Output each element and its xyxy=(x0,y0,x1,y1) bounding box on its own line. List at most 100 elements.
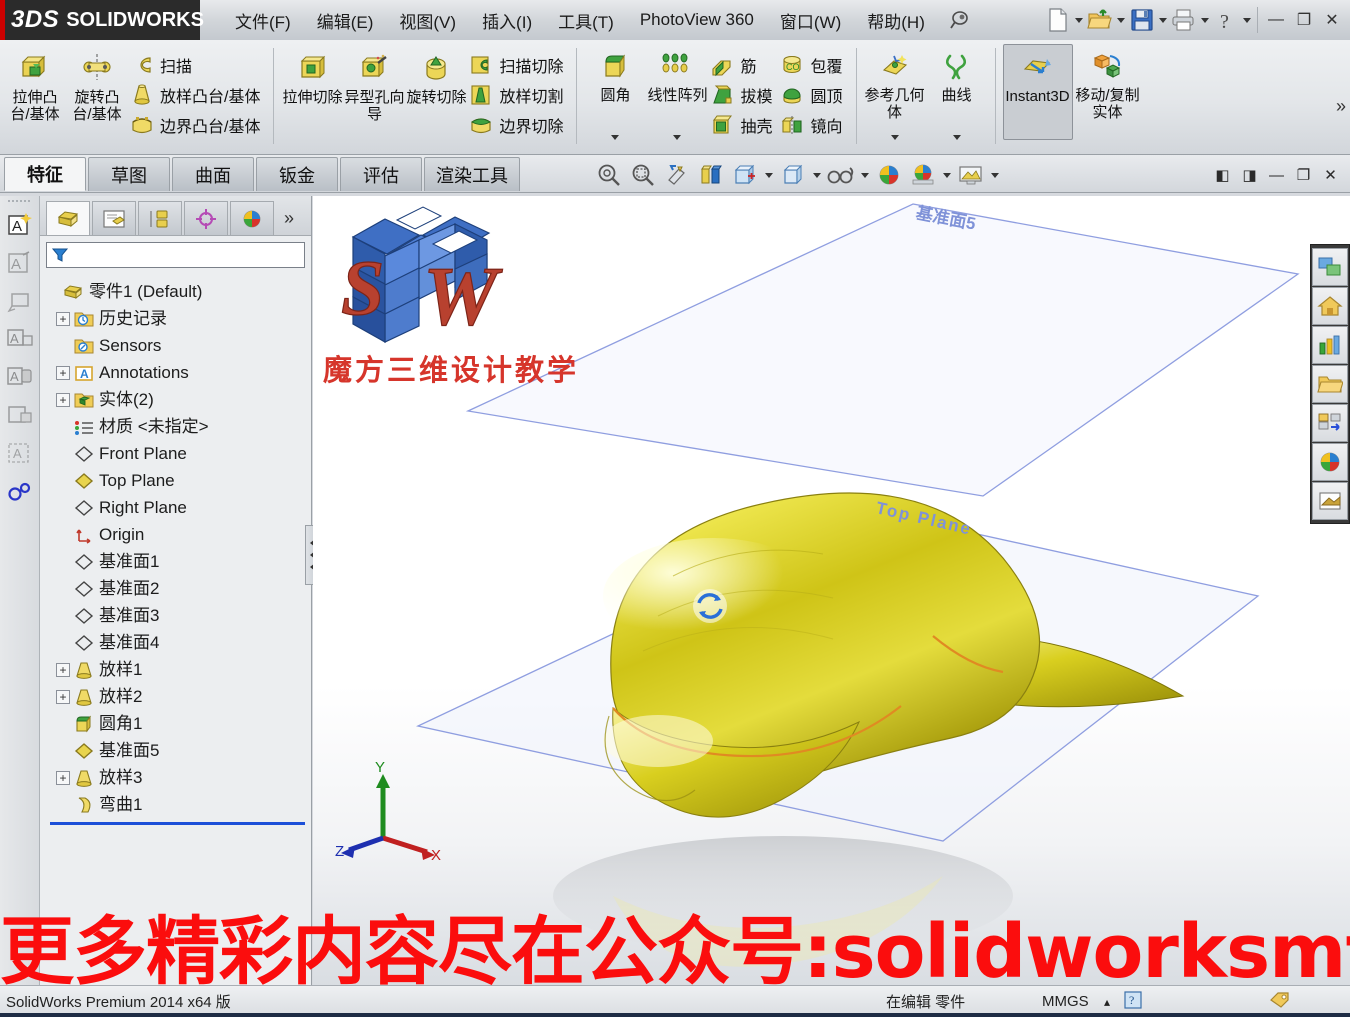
lock-sketch-button[interactable] xyxy=(0,396,40,434)
move-copy-bodies-button[interactable]: 移动/复制实体 xyxy=(1073,44,1143,140)
expand-toggle-icon[interactable]: + xyxy=(56,689,70,704)
expand-toggle-icon[interactable]: + xyxy=(56,311,70,326)
print-button[interactable] xyxy=(1169,4,1199,36)
menu-file[interactable]: 文件(F) xyxy=(222,4,304,37)
section-view-button[interactable] xyxy=(694,159,728,191)
hole-wizard-button[interactable]: 异型孔向导 xyxy=(343,44,405,140)
lofted-cut-button[interactable]: 放样切割 xyxy=(467,80,569,110)
task-pane-appearances-button[interactable] xyxy=(1312,443,1348,481)
tab-surfaces[interactable]: 曲面 xyxy=(172,157,254,191)
apply-scene-button[interactable] xyxy=(906,159,940,191)
doc-minimize-button[interactable]: — xyxy=(1263,162,1290,188)
expand-toggle-icon[interactable]: + xyxy=(56,662,70,677)
reference-geometry-button[interactable]: 参考几何体 xyxy=(864,44,926,140)
tree-item-plane2[interactable]: 基准面2 xyxy=(54,575,311,602)
tree-item-front-plane[interactable]: Front Plane xyxy=(54,440,311,467)
feature-manager-tabs-overflow[interactable]: » xyxy=(284,208,294,235)
instant3d-button[interactable]: Instant3D xyxy=(1002,44,1073,140)
tag-icon[interactable] xyxy=(1268,990,1292,1014)
area-hatch-button[interactable]: A xyxy=(0,434,40,472)
expand-toggle-icon[interactable]: + xyxy=(56,392,70,407)
draft-button[interactable]: 拔模 xyxy=(708,80,778,110)
menu-view[interactable]: 视图(V) xyxy=(386,4,469,37)
question-help-icon[interactable]: ? xyxy=(1124,990,1142,1013)
tree-filter-box[interactable] xyxy=(46,242,305,268)
new-document-caret-icon[interactable] xyxy=(1073,5,1085,35)
view-settings-button[interactable] xyxy=(954,159,988,191)
smart-dimension-button[interactable]: A xyxy=(0,244,40,282)
open-document-button[interactable] xyxy=(1085,4,1115,36)
save-button[interactable] xyxy=(1127,4,1157,36)
tree-item-sensors[interactable]: Sensors xyxy=(54,332,311,359)
note-button[interactable] xyxy=(0,282,40,320)
tree-filter-input[interactable] xyxy=(69,247,289,263)
expand-toggle-icon[interactable]: + xyxy=(56,770,70,785)
extruded-cut-button[interactable]: 拉伸切除 xyxy=(281,44,343,140)
extruded-boss-base-button[interactable]: 拉伸凸台/基体 xyxy=(4,44,66,140)
tree-item-plane4[interactable]: 基准面4 xyxy=(54,629,311,656)
curves-button[interactable]: 曲线 xyxy=(926,44,988,140)
task-pane-view-palette-button[interactable] xyxy=(1312,404,1348,442)
dome-button[interactable]: 圆顶 xyxy=(778,80,848,110)
doc-restore-button[interactable]: ❐ xyxy=(1290,162,1317,188)
window-close-button[interactable]: ✕ xyxy=(1318,5,1346,35)
feature-manager-tab[interactable] xyxy=(46,201,90,235)
tree-item-history[interactable]: + 历史记录 xyxy=(54,305,311,332)
linear-pattern-dropdown-caret-icon[interactable] xyxy=(646,135,708,157)
tree-item-fillet1[interactable]: 圆角1 xyxy=(54,710,311,737)
tree-item-loft1[interactable]: + 放样1 xyxy=(54,656,311,683)
help-button[interactable]: ? xyxy=(1211,4,1241,36)
doc-close-button[interactable]: ✕ xyxy=(1317,162,1344,188)
tree-item-annotations[interactable]: + A Annotations xyxy=(54,359,311,386)
revolved-boss-base-button[interactable]: 旋转凸台/基体 xyxy=(66,44,128,140)
print-caret-icon[interactable] xyxy=(1199,5,1211,35)
menu-edit[interactable]: 编辑(E) xyxy=(304,4,387,37)
tree-item-plane3[interactable]: 基准面3 xyxy=(54,602,311,629)
task-pane-file-explorer-button[interactable] xyxy=(1312,365,1348,403)
task-pane-design-library-button[interactable] xyxy=(1312,326,1348,364)
shell-button[interactable]: 抽壳 xyxy=(708,110,778,140)
zoom-to-fit-button[interactable] xyxy=(592,159,626,191)
tree-item-plane5[interactable]: 基准面5 xyxy=(54,737,311,764)
hide-show-items-button[interactable] xyxy=(824,159,858,191)
tab-evaluate[interactable]: 评估 xyxy=(340,157,422,191)
model-items-button[interactable]: A xyxy=(0,320,40,358)
swept-boss-base-button[interactable]: 扫描 xyxy=(128,50,266,80)
reference-geometry-dropdown-caret-icon[interactable] xyxy=(864,135,926,157)
window-restore-button[interactable]: ❐ xyxy=(1290,5,1318,35)
menu-help[interactable]: 帮助(H) xyxy=(854,4,938,37)
tree-item-root[interactable]: 零件1 (Default) xyxy=(44,278,311,305)
dimxpert-manager-tab[interactable] xyxy=(184,201,228,235)
task-pane-sw-resources-button[interactable] xyxy=(1312,248,1348,286)
hide-show-items-caret-icon[interactable] xyxy=(858,159,872,191)
help-caret-icon[interactable] xyxy=(1241,5,1253,35)
view-settings-caret-icon[interactable] xyxy=(988,159,1002,191)
swept-cut-button[interactable]: 扫描切除 xyxy=(467,50,569,80)
new-document-button[interactable] xyxy=(1043,4,1073,36)
graphics-viewport[interactable]: 基准面5 Top Plane S W 魔方三维设计教学 Y X Z xyxy=(313,196,1350,986)
task-pane-custom-properties-button[interactable] xyxy=(1312,482,1348,520)
display-style-button[interactable] xyxy=(776,159,810,191)
new-sketch-button[interactable]: A xyxy=(0,206,40,244)
curves-dropdown-caret-icon[interactable] xyxy=(926,135,988,157)
pushpin-icon[interactable] xyxy=(946,7,972,33)
window-minimize-button[interactable]: — xyxy=(1262,5,1290,35)
restore-left-button[interactable]: ◧ xyxy=(1209,162,1236,188)
apply-scene-caret-icon[interactable] xyxy=(940,159,954,191)
toolbar-grip[interactable] xyxy=(0,196,39,206)
property-manager-tab[interactable] xyxy=(92,201,136,235)
boundary-cut-button[interactable]: 边界切除 xyxy=(467,110,569,140)
tree-item-right-plane[interactable]: Right Plane xyxy=(54,494,311,521)
display-style-caret-icon[interactable] xyxy=(810,159,824,191)
status-units[interactable]: MMGS xyxy=(1042,993,1089,1010)
tree-item-top-plane[interactable]: Top Plane xyxy=(54,467,311,494)
tree-item-material[interactable]: 材质 <未指定> xyxy=(54,413,311,440)
boundary-boss-base-button[interactable]: 边界凸台/基体 xyxy=(128,110,266,140)
mirror-button[interactable]: 镜向 xyxy=(778,110,848,140)
configuration-manager-tab[interactable] xyxy=(138,201,182,235)
tree-item-solid-bodies[interactable]: + 实体(2) xyxy=(54,386,311,413)
view-orientation-caret-icon[interactable] xyxy=(762,159,776,191)
open-document-caret-icon[interactable] xyxy=(1115,5,1127,35)
tab-features[interactable]: 特征 xyxy=(4,157,86,191)
tab-sheetmetal[interactable]: 钣金 xyxy=(256,157,338,191)
